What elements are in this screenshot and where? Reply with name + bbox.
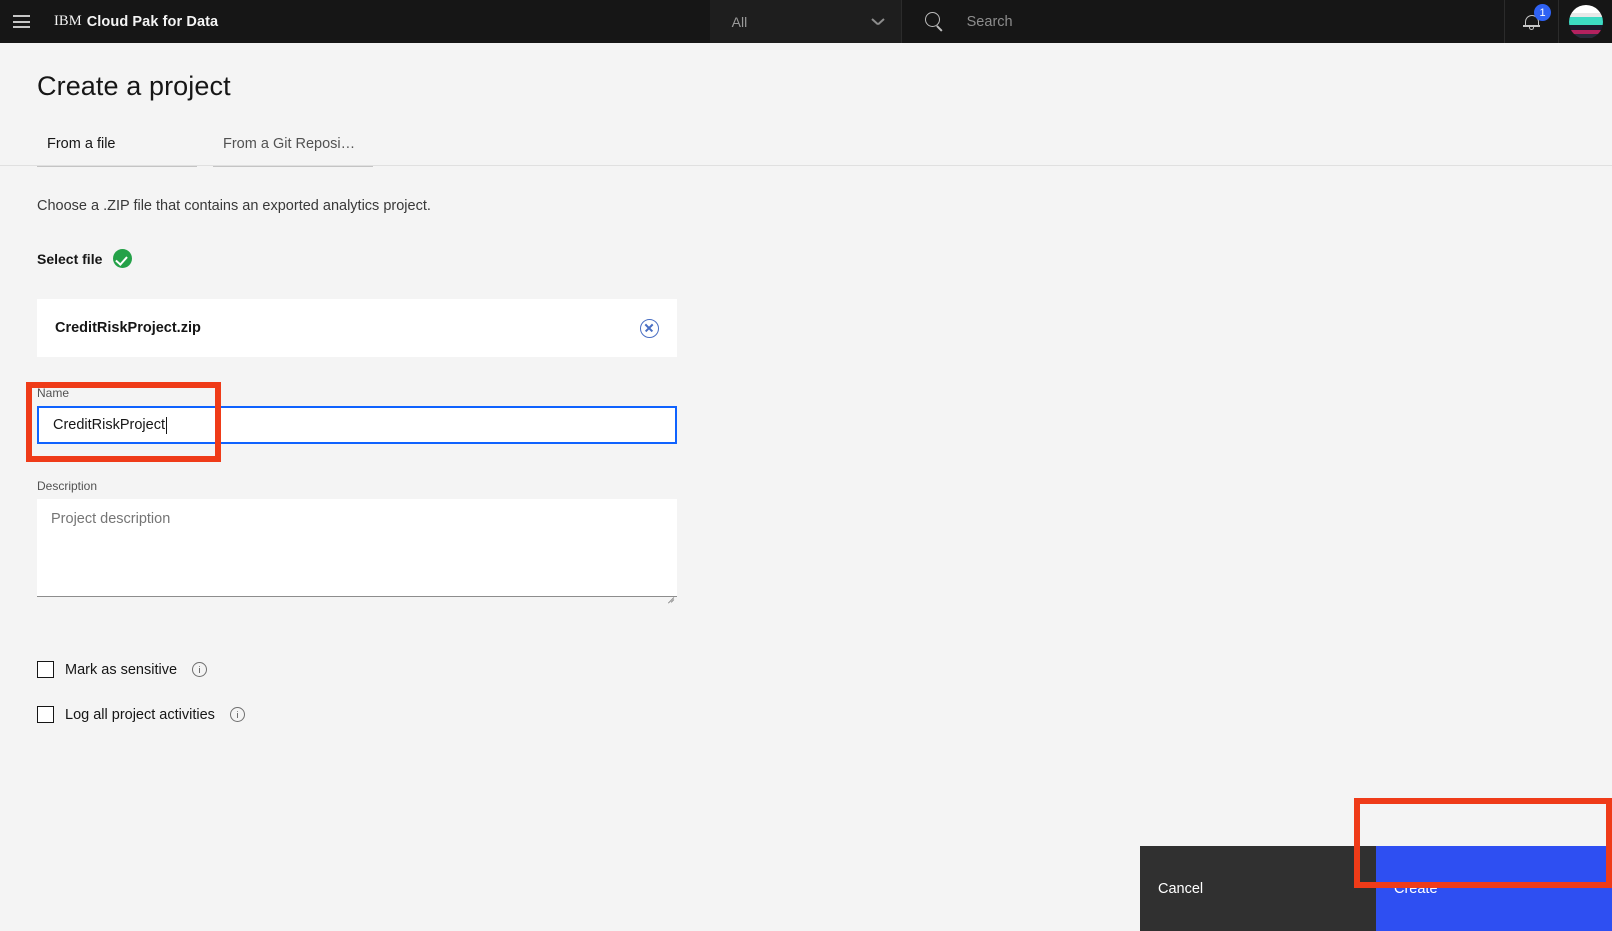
checkbox-row-mark-as-sensitive: Mark as sensitive — [37, 661, 208, 678]
info-circle-icon[interactable] — [229, 707, 245, 722]
log-all-project-activities-checkbox[interactable] — [37, 706, 54, 723]
notification-badge: 1 — [1534, 4, 1552, 21]
name-field-group: Name CreditRiskProject — [37, 386, 677, 444]
create-button[interactable]: Create — [1376, 846, 1612, 931]
search-icon — [924, 11, 945, 32]
brand-prefix: IBM — [54, 13, 82, 29]
mark-as-sensitive-checkbox[interactable] — [37, 661, 54, 678]
header-spacer — [218, 0, 709, 43]
name-input-value: CreditRiskProject — [53, 417, 165, 433]
tab-label: From a file — [47, 136, 116, 152]
form-action-bar: Cancel Create — [1140, 846, 1612, 931]
search-scope-dropdown[interactable]: All — [709, 0, 902, 43]
search-scope-value: All — [731, 13, 748, 30]
hamburger-menu-icon[interactable] — [0, 0, 43, 43]
product-brand[interactable]: IBM Cloud Pak for Data — [43, 0, 218, 43]
green-check-circle-icon — [113, 249, 133, 268]
description-field-group: Description — [37, 479, 677, 604]
close-circle-icon[interactable] — [640, 318, 659, 338]
tab-from-a-git-repository[interactable]: From a Git Reposi… — [213, 130, 373, 167]
tab-label: From a Git Reposi… — [223, 136, 356, 152]
global-search[interactable]: Search — [901, 0, 1505, 43]
chevron-down-icon — [872, 18, 884, 25]
top-navigation-bar: IBM Cloud Pak for Data All Search 1 — [0, 0, 1612, 43]
page-content: Create a project From a file From a Git … — [0, 43, 1612, 931]
form-helper-text: Choose a .ZIP file that contains an expo… — [37, 198, 431, 214]
selected-file-name: CreditRiskProject.zip — [55, 320, 201, 336]
checkbox-row-log-all-project-activities: Log all project activities — [37, 706, 245, 723]
select-file-section-header: Select file — [37, 249, 133, 268]
tabs-divider — [0, 165, 1612, 166]
description-field-label: Description — [37, 479, 98, 493]
log-all-project-activities-label: Log all project activities — [65, 706, 215, 723]
name-input[interactable]: CreditRiskProject — [37, 406, 677, 444]
name-field-label: Name — [37, 386, 70, 400]
notifications-button[interactable]: 1 — [1504, 0, 1558, 43]
tab-list: From a file From a Git Reposi… — [37, 130, 373, 167]
user-profile-button[interactable] — [1558, 0, 1612, 43]
description-textarea[interactable] — [37, 499, 677, 597]
mark-as-sensitive-label: Mark as sensitive — [65, 661, 178, 678]
cancel-button[interactable]: Cancel — [1140, 846, 1376, 931]
avatar — [1568, 4, 1603, 39]
select-file-label: Select file — [37, 250, 103, 267]
tab-from-a-file[interactable]: From a file — [37, 130, 197, 167]
selected-file-card: CreditRiskProject.zip — [37, 299, 677, 357]
hamburger-bars — [13, 15, 30, 28]
page-title: Create a project — [37, 71, 231, 101]
brand-name: Cloud Pak for Data — [86, 13, 219, 30]
search-input[interactable]: Search — [967, 14, 1013, 30]
info-circle-icon[interactable] — [192, 662, 208, 677]
text-cursor — [166, 416, 167, 434]
